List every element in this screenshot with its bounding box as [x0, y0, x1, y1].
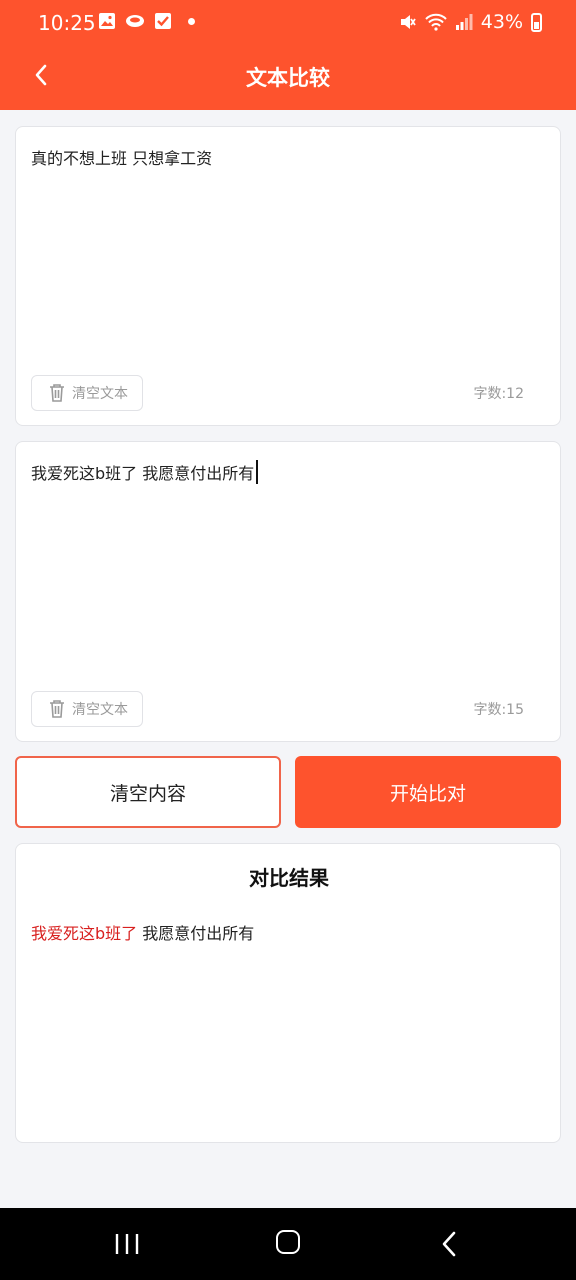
trash-icon [50, 384, 64, 402]
battery-icon [531, 12, 542, 32]
result-title: 对比结果 [249, 866, 329, 890]
gallery-icon [99, 13, 115, 29]
signal-icon [455, 14, 473, 30]
text-input-2[interactable]: 我爱死这b班了 我愿意付出所有 清空文本 字数:15 [15, 441, 561, 742]
clear-text-label-1: 清空文本 [72, 386, 128, 402]
nav-bar: 文本比较 [0, 46, 576, 110]
battery-percent: 43% [480, 11, 523, 33]
text-input-2-content[interactable]: 我爱死这b班了 我愿意付出所有 [31, 460, 254, 484]
start-compare-button[interactable]: 开始比对 [295, 756, 561, 828]
text-input-1-content[interactable]: 真的不想上班 只想拿工资 [31, 145, 212, 169]
result-panel: 对比结果 我爱死这b班了 我愿意付出所有 [15, 843, 561, 1143]
system-back-icon[interactable] [440, 1230, 458, 1258]
result-diff-text: 我爱死这b班了 [31, 924, 138, 943]
status-time: 10:25 [38, 11, 96, 35]
status-bar: 10:25 43% [0, 0, 576, 46]
result-text: 我爱死这b班了 我愿意付出所有 [31, 920, 254, 944]
clear-text-button-2[interactable]: 清空文本 [31, 691, 143, 727]
char-count-1: 字数:12 [473, 386, 524, 402]
text-input-1[interactable]: 真的不想上班 只想拿工资 清空文本 字数:12 [15, 126, 561, 426]
system-nav-bar [0, 1208, 576, 1280]
clear-text-button-1[interactable]: 清空文本 [31, 375, 143, 411]
recent-apps-icon[interactable] [114, 1232, 140, 1256]
text-cursor [256, 460, 259, 484]
clear-all-button[interactable]: 清空内容 [15, 756, 281, 828]
notification-dot [188, 17, 195, 25]
check-icon [155, 13, 171, 29]
text-input-2-row[interactable]: 我爱死这b班了 我愿意付出所有 [31, 460, 259, 484]
page-title: 文本比较 [246, 66, 330, 90]
cloud-icon [126, 15, 144, 27]
mute-icon [400, 15, 416, 29]
home-icon[interactable] [276, 1230, 300, 1254]
app-header: 10:25 43% 文本比较 [0, 0, 576, 110]
result-same-text: 我愿意付出所有 [137, 924, 255, 943]
wifi-icon [425, 13, 447, 31]
clear-text-label-2: 清空文本 [72, 702, 128, 718]
char-count-2: 字数:15 [473, 702, 524, 718]
trash-icon [50, 700, 64, 718]
